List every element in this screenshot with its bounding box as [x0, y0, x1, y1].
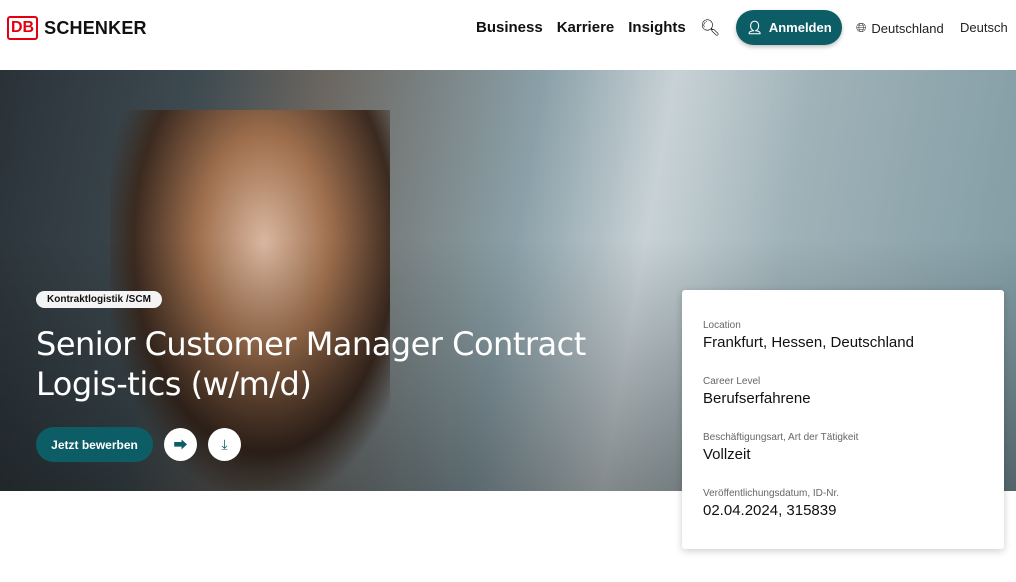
globe-icon: 🌐︎: [856, 20, 867, 35]
job-title: Senior Customer Manager Contract Logis-t…: [36, 325, 586, 403]
career-level-value: Berufserfahrene: [703, 390, 811, 407]
header: DB SCHENKER Business Karriere Insights 🔍…: [0, 0, 1016, 70]
country-label: Deutschland: [871, 20, 944, 36]
employment-type-label: Beschäftigungsart, Art der Tätigkeit: [703, 432, 859, 443]
nav-karriere[interactable]: Karriere: [557, 19, 615, 36]
nav-insights[interactable]: Insights: [628, 19, 686, 36]
employment-type-value: Vollzeit: [703, 446, 751, 463]
date-id-label: Veröffentlichungsdatum, ID-Nr.: [703, 488, 839, 499]
apply-button[interactable]: Jetzt bewerben: [36, 427, 153, 462]
brand-name: SCHENKER: [44, 17, 147, 38]
main-nav: Business Karriere Insights: [476, 19, 686, 36]
job-details-card: Location Frankfurt, Hessen, Deutschland …: [682, 290, 1004, 549]
career-level-label: Career Level: [703, 376, 761, 387]
country-selector[interactable]: 🌐︎ Deutschland: [856, 20, 944, 36]
date-id-value: 02.04.2024, 315839: [703, 502, 837, 519]
login-label: Anmelden: [768, 20, 832, 35]
nav-business[interactable]: Business: [476, 19, 543, 36]
login-button[interactable]: 👤︎ Anmelden: [736, 10, 842, 45]
download-icon: ⤓: [221, 436, 228, 452]
search-icon[interactable]: 🔍︎: [700, 18, 720, 38]
db-logo-mark: DB: [7, 16, 39, 40]
location-value: Frankfurt, Hessen, Deutschland: [703, 334, 914, 351]
user-icon: 👤︎: [746, 19, 763, 35]
share-icon: ⮕: [173, 436, 188, 453]
location-label: Location: [703, 320, 741, 331]
share-button[interactable]: ⮕: [164, 428, 197, 461]
language-selector[interactable]: Deutsch: [960, 20, 1008, 35]
category-tag: Kontraktlogistik /SCM: [36, 291, 162, 308]
db-schenker-logo[interactable]: DB SCHENKER: [7, 16, 147, 40]
download-button[interactable]: ⤓: [208, 428, 241, 461]
